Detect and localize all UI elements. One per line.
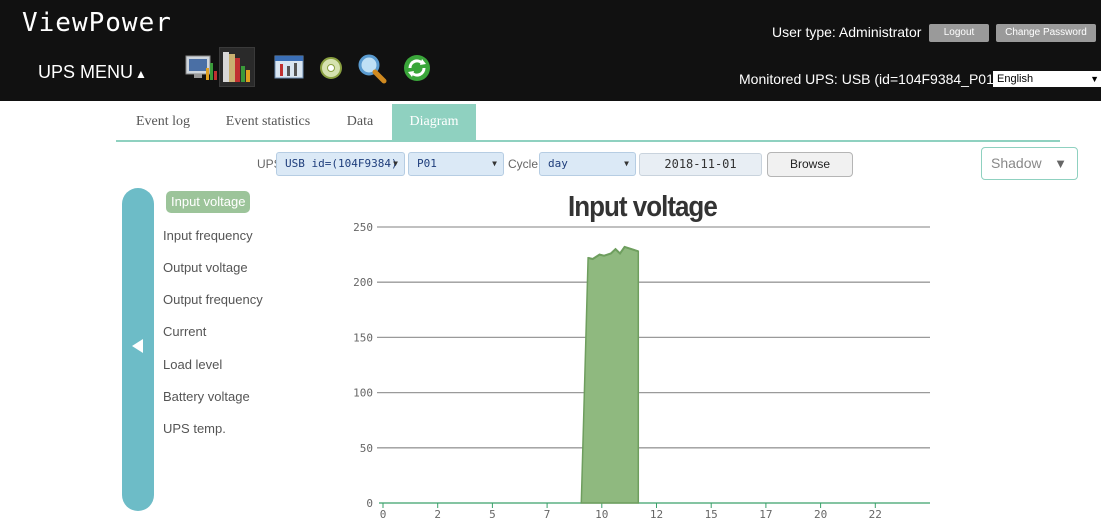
x-tick-label: 15 bbox=[705, 508, 718, 520]
x-tick-label: 10 bbox=[595, 508, 608, 520]
input-voltage-area bbox=[580, 246, 640, 504]
x-tick-label: 17 bbox=[759, 508, 772, 520]
y-tick-label: 150 bbox=[353, 331, 373, 344]
y-tick-label: 100 bbox=[353, 387, 373, 400]
x-tick-label: 7 bbox=[544, 508, 551, 520]
x-tick-label: 2 bbox=[434, 508, 441, 520]
y-tick-label: 0 bbox=[366, 497, 373, 510]
x-tick-label: 22 bbox=[869, 508, 882, 520]
y-tick-label: 200 bbox=[353, 276, 373, 289]
x-tick-label: 12 bbox=[650, 508, 663, 520]
x-tick-label: 20 bbox=[814, 508, 827, 520]
x-tick-label: 0 bbox=[380, 508, 387, 520]
y-tick-label: 250 bbox=[353, 221, 373, 234]
input-voltage-chart: 0 50 100 150 200 250 0 2 5 7 10 12 15 17 20 22 bbox=[353, 221, 930, 520]
x-tick-label: 5 bbox=[489, 508, 496, 520]
y-tick-label: 50 bbox=[360, 442, 373, 455]
